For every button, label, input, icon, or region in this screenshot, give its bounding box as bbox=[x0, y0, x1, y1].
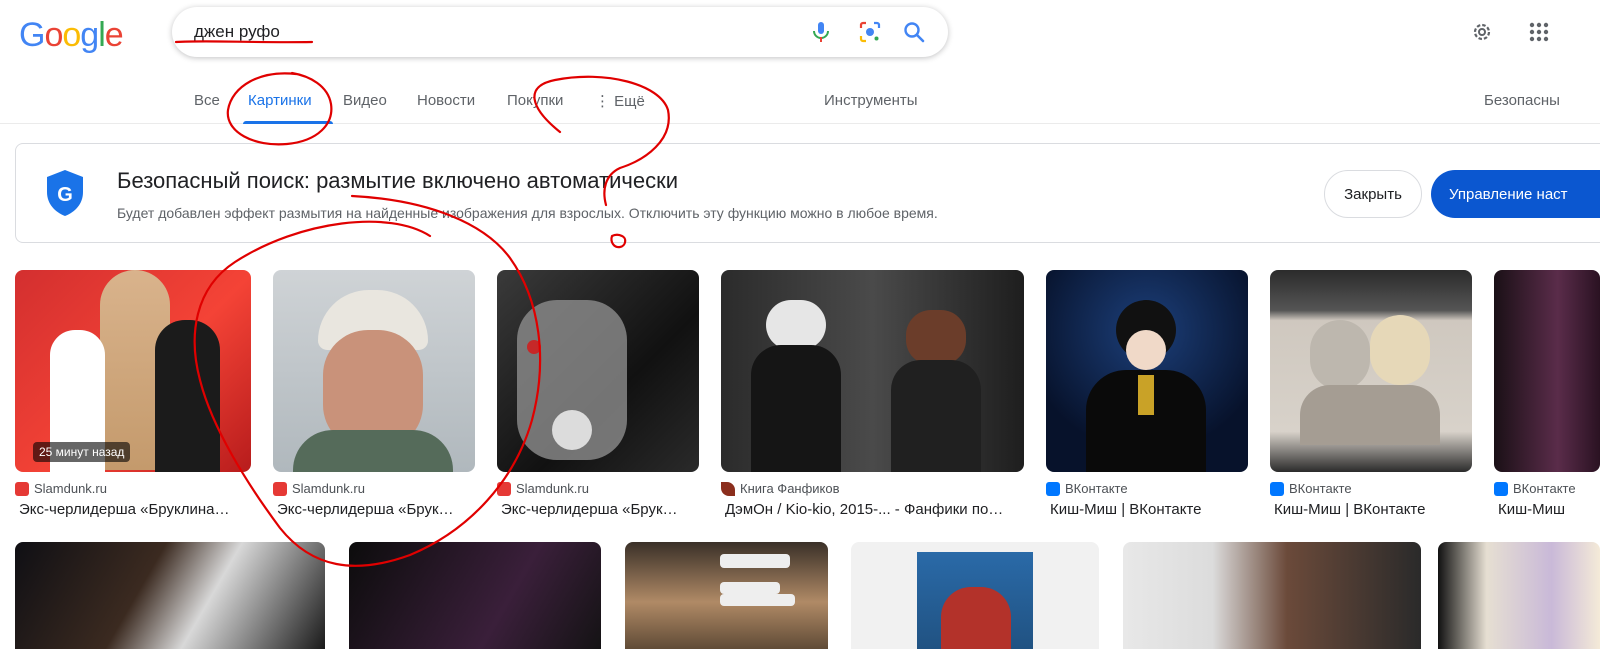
slamdunk-favicon-icon bbox=[273, 481, 287, 496]
image-result-thumbnail[interactable] bbox=[1123, 542, 1421, 649]
feather-favicon-icon bbox=[721, 481, 735, 496]
gear-icon[interactable] bbox=[1470, 20, 1494, 44]
slamdunk-favicon-icon bbox=[497, 481, 511, 496]
result-title[interactable]: ДэмОн / Kio-kio, 2015-... - Фанфики по… bbox=[721, 501, 1024, 518]
google-images-page: Google Все Ка bbox=[0, 0, 1600, 649]
time-badge: 25 минут назад bbox=[33, 442, 131, 462]
tab-more[interactable]: ⋮ Ещё bbox=[595, 92, 645, 110]
microphone-icon[interactable] bbox=[809, 20, 833, 44]
image-result-thumbnail[interactable] bbox=[15, 542, 325, 649]
result-title[interactable]: Экс-черлидерша «Брук… bbox=[273, 501, 475, 518]
tab-images[interactable]: Картинки bbox=[248, 92, 312, 109]
result-title[interactable]: Киш-Миш | ВКонтакте bbox=[1270, 501, 1472, 518]
safesearch-button[interactable]: Безопасны bbox=[1484, 92, 1560, 109]
close-button[interactable]: Закрыть bbox=[1324, 170, 1422, 218]
result-source: Slamdunk.ru bbox=[516, 481, 589, 496]
result-thumbnail[interactable] bbox=[1270, 270, 1472, 472]
apps-grid-icon[interactable] bbox=[1527, 20, 1551, 44]
result-title[interactable]: Экс-черлидерша «Бруклина… bbox=[15, 501, 251, 518]
shield-icon: G bbox=[47, 170, 83, 216]
result-thumbnail[interactable] bbox=[1494, 270, 1600, 472]
result-source: ВКонтакте bbox=[1065, 481, 1128, 496]
image-result[interactable]: Slamdunk.ru Экс-черлидерша «Брук… bbox=[497, 270, 699, 518]
result-title[interactable]: Киш-Миш bbox=[1494, 501, 1600, 518]
image-result[interactable]: ВКонтакте Киш-Миш | ВКонтакте bbox=[1046, 270, 1248, 518]
google-logo[interactable]: Google bbox=[19, 16, 124, 55]
result-source: Slamdunk.ru bbox=[34, 481, 107, 496]
result-source: Slamdunk.ru bbox=[292, 481, 365, 496]
result-thumbnail[interactable]: 25 минут назад bbox=[15, 270, 251, 472]
image-result[interactable]: 25 минут назад Slamdunk.ru Экс-черлидерш… bbox=[15, 270, 251, 518]
result-title[interactable]: Экс-черлидерша «Брук… bbox=[497, 501, 699, 518]
image-result-thumbnail[interactable] bbox=[851, 542, 1099, 649]
tools-button[interactable]: Инструменты bbox=[824, 92, 918, 109]
search-icon[interactable] bbox=[902, 20, 926, 44]
active-tab-indicator bbox=[243, 121, 333, 124]
safesearch-banner: G Безопасный поиск: размытие включено ав… bbox=[15, 143, 1600, 243]
tab-all[interactable]: Все bbox=[194, 92, 220, 109]
tab-news[interactable]: Новости bbox=[417, 92, 475, 109]
vk-favicon-icon bbox=[1046, 481, 1060, 496]
svg-text:G: G bbox=[57, 184, 73, 206]
image-result[interactable]: ВКонтакте Киш-Миш | ВКонтакте bbox=[1270, 270, 1472, 518]
image-result[interactable]: ВКонтакте Киш-Миш bbox=[1494, 270, 1600, 518]
result-title[interactable]: Киш-Миш | ВКонтакте bbox=[1046, 501, 1248, 518]
image-result[interactable]: Книга Фанфиков ДэмОн / Kio-kio, 2015-...… bbox=[721, 270, 1024, 518]
vk-favicon-icon bbox=[1270, 481, 1284, 496]
banner-title: Безопасный поиск: размытие включено авто… bbox=[117, 168, 678, 193]
image-result-thumbnail[interactable] bbox=[349, 542, 601, 649]
image-result-thumbnail[interactable] bbox=[1438, 542, 1600, 649]
result-thumbnail[interactable] bbox=[1046, 270, 1248, 472]
result-thumbnail[interactable] bbox=[497, 270, 699, 472]
vk-favicon-icon bbox=[1494, 481, 1508, 496]
tab-video[interactable]: Видео bbox=[343, 92, 387, 109]
search-tabs: Все Картинки Видео Новости Покупки ⋮ Ещё… bbox=[0, 80, 1600, 124]
search-input[interactable] bbox=[194, 20, 794, 44]
image-result[interactable]: Slamdunk.ru Экс-черлидерша «Брук… bbox=[273, 270, 475, 518]
slamdunk-favicon-icon bbox=[15, 481, 29, 496]
result-thumbnail[interactable] bbox=[721, 270, 1024, 472]
result-source: ВКонтакте bbox=[1513, 481, 1576, 496]
manage-safesearch-button[interactable]: Управление наст bbox=[1431, 170, 1600, 218]
result-source: Книга Фанфиков bbox=[740, 481, 840, 496]
lens-icon[interactable] bbox=[858, 20, 882, 44]
banner-subtitle: Будет добавлен эффект размытия на найден… bbox=[117, 205, 938, 221]
search-box bbox=[172, 7, 948, 57]
image-result-thumbnail[interactable] bbox=[625, 542, 828, 649]
result-thumbnail[interactable] bbox=[273, 270, 475, 472]
result-source: ВКонтакте bbox=[1289, 481, 1352, 496]
tab-shopping[interactable]: Покупки bbox=[507, 92, 563, 109]
